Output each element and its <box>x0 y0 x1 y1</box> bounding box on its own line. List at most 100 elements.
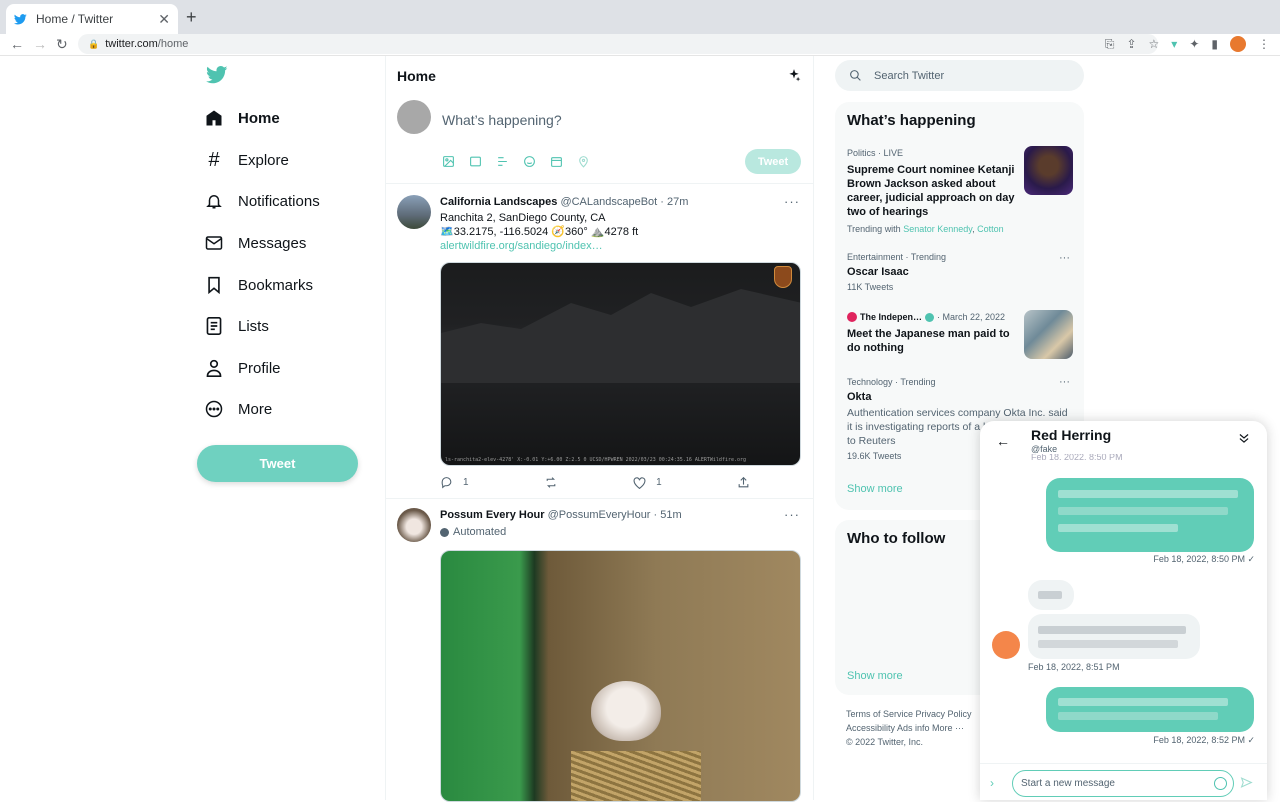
reply-button[interactable]: 1 <box>440 476 469 489</box>
sidebar-item-label: Lists <box>238 317 269 335</box>
hashtag-icon: # <box>208 148 220 171</box>
collapse-icon[interactable] <box>1237 431 1251 450</box>
trend-more-icon[interactable]: ··· <box>1059 376 1070 388</box>
tweet-media-image[interactable] <box>440 550 801 802</box>
menu-kebab-icon[interactable]: ⋮ <box>1258 37 1270 51</box>
tweet-more-icon[interactable]: ··· <box>784 507 800 522</box>
back-icon[interactable]: ← <box>10 36 24 52</box>
tweet-button[interactable]: Tweet <box>197 445 358 482</box>
tweet-time[interactable]: · 27m <box>660 196 688 208</box>
trend-more-icon[interactable]: ··· <box>1059 252 1070 264</box>
schedule-icon[interactable] <box>549 154 563 168</box>
footer-links[interactable]: Terms of Service Privacy Policy <box>846 707 972 721</box>
seal-badge <box>774 266 792 288</box>
tweet-author-handle: @CALandscapeBot <box>560 196 658 208</box>
sidebar-item-label: Explore <box>238 151 289 169</box>
retweet-button[interactable] <box>544 476 558 489</box>
blurred-text <box>1058 712 1218 720</box>
sidebar-item-notifications[interactable]: Notifications <box>204 189 320 213</box>
dm-contact-name[interactable]: Red Herring <box>1031 427 1111 443</box>
poll-icon[interactable] <box>495 154 509 168</box>
sidebar-item-profile[interactable]: Profile <box>204 356 281 380</box>
trend-thumbnail[interactable] <box>1024 146 1073 195</box>
install-icon[interactable]: ⎘ <box>1105 37 1115 52</box>
send-icon[interactable] <box>1240 776 1253 794</box>
emoji-icon[interactable] <box>522 154 536 168</box>
share-icon[interactable] <box>737 476 750 489</box>
tweet-author-handle: @PossumEveryHour <box>547 509 651 521</box>
sidebar-item-explore[interactable]: # Explore <box>204 148 289 172</box>
emoji-icon[interactable] <box>1214 777 1227 790</box>
blurred-text <box>1038 640 1178 648</box>
forward-icon[interactable]: → <box>33 36 47 52</box>
sidebar-item-bookmarks[interactable]: Bookmarks <box>204 273 313 297</box>
trend-sub: 11K Tweets <box>847 282 894 292</box>
trend-title[interactable]: Supreme Court nominee Ketanji Brown Jack… <box>847 163 1017 219</box>
automated-label: Automated <box>440 525 506 540</box>
sidebar-item-home[interactable]: Home <box>204 106 280 130</box>
show-more-link[interactable]: Show more <box>847 483 903 495</box>
puzzle-icon[interactable]: ✦ <box>1189 37 1199 51</box>
message-bubble-incoming[interactable] <box>1028 580 1074 610</box>
tab-close-icon[interactable]: ✕ <box>158 11 170 28</box>
compose-input[interactable]: What’s happening? <box>442 112 562 128</box>
tweet-text: Ranchita 2, SanDiego County, CA <box>440 212 606 224</box>
dm-contact-handle: @fake <box>1031 444 1058 454</box>
blurred-text <box>1038 591 1062 599</box>
message-bubble-outgoing[interactable] <box>1046 478 1254 552</box>
tweet-link[interactable]: alertwildfire.org/sandiego/index… <box>440 239 603 254</box>
sparkle-icon[interactable] <box>787 68 801 87</box>
divider <box>386 183 813 184</box>
trend-title[interactable]: Okta <box>847 390 871 404</box>
sidebar-item-label: Profile <box>238 359 281 377</box>
blurred-text <box>1058 507 1228 515</box>
image-icon[interactable] <box>441 154 455 168</box>
address-bar[interactable]: 🔒 twitter.com/home <box>78 34 1158 54</box>
sidebar-item-more[interactable]: More <box>204 397 272 421</box>
twitter-logo-icon[interactable] <box>206 66 228 89</box>
trend-title[interactable]: Oscar Isaac <box>847 265 909 279</box>
tweet-more-icon[interactable]: ··· <box>784 194 800 209</box>
sidebar-item-messages[interactable]: Messages <box>204 231 306 255</box>
tweet-author-name[interactable]: California Landscapes <box>440 196 557 208</box>
avatar[interactable] <box>397 100 431 134</box>
tweet-actions: 1 1 <box>440 476 750 489</box>
search-input[interactable]: Search Twitter <box>835 60 1084 91</box>
gif-icon[interactable] <box>468 154 482 168</box>
trend-link[interactable]: Senator Kennedy <box>903 224 972 234</box>
footer-links[interactable]: Accessibility Ads info More ··· <box>846 721 964 735</box>
tweet-time[interactable]: · 51m <box>654 509 682 521</box>
verified-icon <box>925 312 935 322</box>
chevron-right-icon[interactable]: › <box>990 776 994 790</box>
avatar[interactable] <box>992 631 1020 659</box>
trend-thumbnail[interactable] <box>1024 310 1073 359</box>
message-bubble-outgoing[interactable] <box>1046 687 1254 732</box>
compose-tweet-button[interactable]: Tweet <box>745 149 801 174</box>
show-more-link[interactable]: Show more <box>847 670 903 682</box>
profile-avatar-icon[interactable] <box>1230 36 1246 52</box>
robot-icon <box>440 527 449 537</box>
tweet-author-name[interactable]: Possum Every Hour <box>440 509 545 521</box>
dm-compose-bar: › Start a new message <box>980 763 1267 800</box>
avatar[interactable] <box>397 195 431 229</box>
tweet-media-image[interactable]: ls-ranchita2-elev-4278' X:-0.01 Y:+6.00 … <box>440 262 801 466</box>
message-time: Feb 18, 2022, 8:52 PM ✓ <box>1153 735 1255 745</box>
trend-link[interactable]: Cotton <box>977 224 1004 234</box>
sidebar-item-lists[interactable]: Lists <box>204 314 269 338</box>
share-icon[interactable]: ⇪ <box>1126 37 1136 51</box>
twitter-extension-icon[interactable]: ▾ <box>1171 37 1177 51</box>
avatar[interactable] <box>397 508 431 542</box>
new-tab-button[interactable]: + <box>186 8 197 26</box>
star-icon[interactable]: ☆ <box>1149 37 1160 51</box>
blurred-text <box>1058 524 1178 532</box>
message-bubble-incoming[interactable] <box>1028 614 1200 659</box>
reload-icon[interactable]: ↻ <box>56 36 68 52</box>
trend-title[interactable]: Meet the Japanese man paid to do nothing <box>847 327 1017 355</box>
back-arrow-icon[interactable]: ← <box>996 433 1010 449</box>
divider <box>386 498 813 499</box>
location-icon[interactable] <box>576 154 590 168</box>
sidepanel-icon[interactable]: ▮ <box>1211 37 1218 51</box>
browser-tab[interactable]: Home / Twitter ✕ <box>6 4 178 34</box>
like-button[interactable]: 1 <box>633 476 662 489</box>
dm-message-input[interactable]: Start a new message <box>1012 770 1234 797</box>
